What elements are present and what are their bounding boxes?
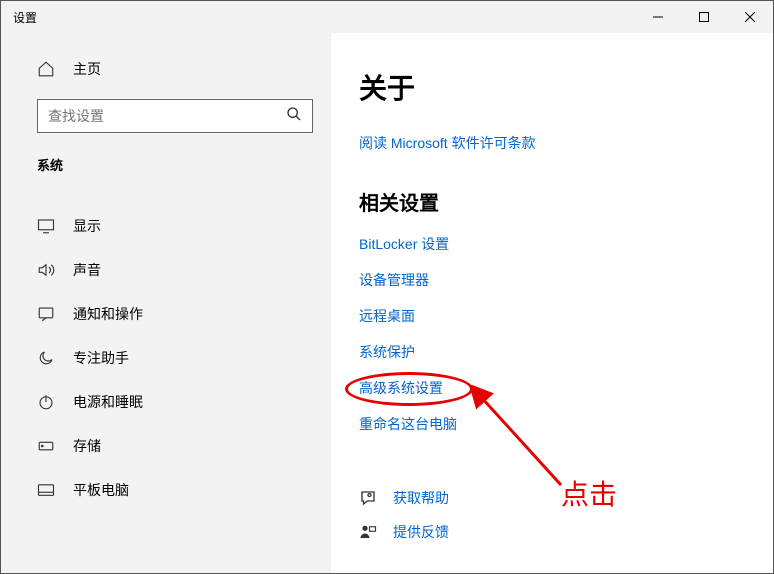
link-system-protection[interactable]: 系统保护 xyxy=(359,342,773,362)
feedback-label: 提供反馈 xyxy=(393,522,449,542)
link-bitlocker[interactable]: BitLocker 设置 xyxy=(359,234,773,254)
help-bubble-icon xyxy=(359,489,377,507)
help-section: 获取帮助 提供反馈 xyxy=(359,488,773,542)
nav-label: 专注助手 xyxy=(73,348,129,368)
search-input[interactable] xyxy=(48,108,286,124)
related-settings-heading: 相关设置 xyxy=(359,187,773,216)
nav-label: 平板电脑 xyxy=(73,480,129,500)
main-panel: 关于 阅读 Microsoft 软件许可条款 相关设置 BitLocker 设置… xyxy=(331,33,773,573)
home-icon xyxy=(37,60,55,78)
minimize-button[interactable] xyxy=(635,1,681,33)
nav-label: 声音 xyxy=(73,260,101,280)
sidebar: 主页 系统 显示 声音 xyxy=(1,33,331,573)
search-box[interactable] xyxy=(37,99,313,133)
page-title: 关于 xyxy=(359,67,773,107)
settings-window: 设置 主页 xyxy=(0,0,774,574)
storage-icon xyxy=(37,438,55,454)
window-title: 设置 xyxy=(13,9,635,26)
search-icon xyxy=(286,106,302,127)
license-link[interactable]: 阅读 Microsoft 软件许可条款 xyxy=(359,133,773,153)
feedback-icon xyxy=(359,523,377,541)
nav-label: 存储 xyxy=(73,436,101,456)
power-icon xyxy=(37,393,55,411)
link-advanced-system-settings[interactable]: 高级系统设置 xyxy=(359,378,773,398)
moon-icon xyxy=(37,349,55,367)
nav-focus-assist[interactable]: 专注助手 xyxy=(1,336,331,380)
get-help-row[interactable]: 获取帮助 xyxy=(359,488,773,508)
window-body: 主页 系统 显示 声音 xyxy=(1,33,773,573)
link-device-manager[interactable]: 设备管理器 xyxy=(359,270,773,290)
nav-tablet[interactable]: 平板电脑 xyxy=(1,468,331,512)
nav-label: 电源和睡眠 xyxy=(73,392,143,412)
category-heading: 系统 xyxy=(1,155,331,174)
nav-display[interactable]: 显示 xyxy=(1,204,331,248)
link-remote-desktop[interactable]: 远程桌面 xyxy=(359,306,773,326)
close-button[interactable] xyxy=(727,1,773,33)
nav-sound[interactable]: 声音 xyxy=(1,248,331,292)
sound-icon xyxy=(37,262,55,278)
maximize-button[interactable] xyxy=(681,1,727,33)
nav-storage[interactable]: 存储 xyxy=(1,424,331,468)
nav-notifications[interactable]: 通知和操作 xyxy=(1,292,331,336)
notification-icon xyxy=(37,306,55,322)
home-nav[interactable]: 主页 xyxy=(1,53,331,85)
home-label: 主页 xyxy=(73,59,101,79)
nav-label: 通知和操作 xyxy=(73,304,143,324)
titlebar-controls xyxy=(635,1,773,33)
nav-label: 显示 xyxy=(73,216,101,236)
get-help-label: 获取帮助 xyxy=(393,488,449,508)
tablet-icon xyxy=(37,482,55,498)
display-icon xyxy=(37,218,55,234)
feedback-row[interactable]: 提供反馈 xyxy=(359,522,773,542)
link-rename-pc[interactable]: 重命名这台电脑 xyxy=(359,414,773,434)
nav-power-sleep[interactable]: 电源和睡眠 xyxy=(1,380,331,424)
annotation-arrow xyxy=(471,385,571,495)
titlebar: 设置 xyxy=(1,1,773,33)
